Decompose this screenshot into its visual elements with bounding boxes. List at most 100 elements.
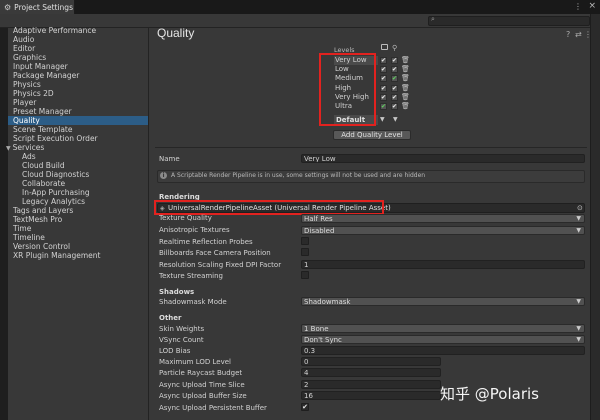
sidebar-item-scene-template[interactable]: Scene Template: [13, 125, 72, 134]
window-menu-icon[interactable]: ⋮: [574, 2, 582, 11]
shadows-header: Shadows: [159, 288, 195, 296]
sidebar-item-timeline[interactable]: Timeline: [13, 233, 45, 242]
vsync-count-dropdown[interactable]: Don't Sync ▼: [301, 335, 585, 344]
sidebar-item-ads[interactable]: Ads: [22, 152, 36, 161]
sidebar-item-graphics[interactable]: Graphics: [13, 53, 46, 62]
lod-bias-field[interactable]: 0.3: [301, 346, 585, 355]
sidebar-item-label: Services: [12, 143, 45, 152]
sidebar-item-physics-2d[interactable]: Physics 2D: [13, 89, 54, 98]
lod-bias-label: LOD Bias: [159, 347, 191, 355]
object-picker-icon[interactable]: ⊙: [577, 204, 583, 212]
sidebar-item-player[interactable]: Player: [13, 98, 36, 107]
search-input[interactable]: [428, 16, 590, 26]
sidebar-item-package-manager[interactable]: Package Manager: [13, 71, 79, 80]
trash-icon[interactable]: 🗑: [401, 93, 410, 101]
maximum-lod-level-label: Maximum LOD Level: [159, 358, 231, 366]
sidebar-item-label: Adaptive Performance: [13, 26, 97, 35]
trash-icon[interactable]: 🗑: [401, 84, 410, 92]
scrollbar[interactable]: [590, 14, 600, 420]
sidebar-item-xr-plugin-management[interactable]: XR Plugin Management: [13, 251, 100, 260]
sidebar-item-label: Legacy Analytics: [22, 197, 86, 206]
sidebar-item-label: Graphics: [13, 53, 47, 62]
standalone-checkbox[interactable]: ✔: [380, 66, 387, 73]
more-icon[interactable]: ⋮: [584, 30, 592, 39]
sidebar-item-label: Quality: [13, 116, 40, 125]
sidebar-item-cloud-build[interactable]: Cloud Build: [22, 161, 65, 170]
async-upload-persistent-buffer-checkbox[interactable]: ✔: [301, 403, 309, 411]
info-icon: i: [160, 172, 167, 179]
android-checkbox[interactable]: ✔: [391, 103, 398, 110]
sidebar-item-script-execution-order[interactable]: Script Execution Order: [13, 134, 98, 143]
sidebar-item-label: Editor: [13, 44, 36, 53]
help-icon[interactable]: ?: [566, 30, 570, 39]
name-field[interactable]: Very Low: [301, 154, 585, 163]
standalone-checkbox[interactable]: ✔: [380, 85, 387, 92]
standalone-checkbox[interactable]: ✔: [380, 75, 387, 82]
sidebar-item-collaborate[interactable]: Collaborate: [22, 179, 65, 188]
sidebar-item-editor[interactable]: Editor: [13, 44, 35, 53]
default-android-dropdown[interactable]: ▼: [393, 116, 398, 123]
standalone-checkbox[interactable]: ✔: [380, 103, 387, 110]
trash-icon[interactable]: 🗑: [401, 74, 410, 82]
other-header: Other: [159, 314, 182, 322]
shadowmask-mode-dropdown[interactable]: Shadowmask ▼: [301, 297, 585, 306]
standalone-checkbox[interactable]: ✔: [380, 94, 387, 101]
sidebar-item-time[interactable]: Time: [13, 224, 31, 233]
billboards-face-camera-checkbox[interactable]: [301, 248, 309, 256]
sidebar-item-textmesh-pro[interactable]: TextMesh Pro: [13, 215, 62, 224]
sidebar-item-audio[interactable]: Audio: [13, 35, 34, 44]
trash-icon[interactable]: 🗑: [401, 65, 410, 73]
project-settings-tab[interactable]: ⚙ Project Settings: [0, 0, 75, 14]
android-checkbox[interactable]: ✔: [391, 85, 398, 92]
sidebar-item-adaptive-performance[interactable]: Adaptive Performance: [13, 26, 96, 35]
add-quality-level-button[interactable]: Add Quality Level: [333, 130, 411, 140]
async-upload-buffer-size-label: Async Upload Buffer Size: [159, 392, 247, 400]
trash-icon[interactable]: 🗑: [401, 56, 410, 64]
trash-icon[interactable]: 🗑: [401, 102, 410, 110]
anisotropic-textures-dropdown[interactable]: Disabled ▼: [301, 226, 585, 235]
close-icon[interactable]: ×: [588, 1, 596, 11]
default-standalone-dropdown[interactable]: ▼: [380, 116, 385, 123]
sidebar-item-label: Preset Manager: [13, 107, 72, 116]
name-label: Name: [159, 155, 180, 163]
preset-icon[interactable]: ⇄: [575, 30, 582, 39]
resolution-scaling-field[interactable]: 1: [301, 260, 585, 269]
android-checkbox[interactable]: ✔: [391, 75, 398, 82]
highlight-box-pipeline: [154, 200, 384, 215]
texture-streaming-checkbox[interactable]: [301, 271, 309, 279]
realtime-reflection-probes-checkbox[interactable]: [301, 237, 309, 245]
sidebar-item-label: XR Plugin Management: [13, 251, 101, 260]
skin-weights-dropdown[interactable]: 1 Bone ▼: [301, 324, 585, 333]
sidebar-item-preset-manager[interactable]: Preset Manager: [13, 107, 72, 116]
sidebar-item-label: In-App Purchasing: [22, 188, 90, 197]
async-upload-buffer-size-field[interactable]: 16: [301, 391, 441, 400]
sidebar-item-label: Physics 2D: [13, 89, 54, 98]
chevron-down-icon: ▼: [576, 325, 581, 332]
chevron-down-icon[interactable]: ▼: [6, 145, 11, 152]
divider: [155, 147, 587, 148]
texture-streaming-label: Texture Streaming: [159, 272, 224, 280]
sidebar-item-legacy-analytics[interactable]: Legacy Analytics: [22, 197, 85, 206]
sidebar-item-quality[interactable]: Quality: [8, 116, 148, 125]
android-checkbox[interactable]: ✔: [391, 66, 398, 73]
maximum-lod-level-field[interactable]: 0: [301, 357, 441, 366]
particle-raycast-budget-field[interactable]: 4: [301, 368, 441, 377]
android-checkbox[interactable]: ✔: [391, 57, 398, 64]
texture-quality-dropdown[interactable]: Half Res ▼: [301, 214, 585, 223]
sidebar-item-version-control[interactable]: Version Control: [13, 242, 70, 251]
sidebar-item-in-app-purchasing[interactable]: In-App Purchasing: [22, 188, 90, 197]
async-upload-time-slice-field[interactable]: 2: [301, 380, 441, 389]
sidebar-item-cloud-diagnostics[interactable]: Cloud Diagnostics: [22, 170, 89, 179]
sidebar-item-tags-and-layers[interactable]: Tags and Layers: [13, 206, 73, 215]
search-icon: ⌕: [431, 15, 435, 23]
sidebar-item-label: Collaborate: [22, 179, 66, 188]
sidebar-item-input-manager[interactable]: Input Manager: [13, 62, 68, 71]
standalone-checkbox[interactable]: ✔: [380, 57, 387, 64]
android-checkbox[interactable]: ✔: [391, 94, 398, 101]
sidebar-item-label: Physics: [13, 80, 41, 89]
sidebar-item-services[interactable]: ▼ Services: [6, 143, 44, 152]
sidebar-item-label: Input Manager: [13, 62, 68, 71]
sidebar-item-physics[interactable]: Physics: [13, 80, 41, 89]
sidebar-item-label: Cloud Build: [22, 161, 65, 170]
vsync-count-label: VSync Count: [159, 336, 204, 344]
